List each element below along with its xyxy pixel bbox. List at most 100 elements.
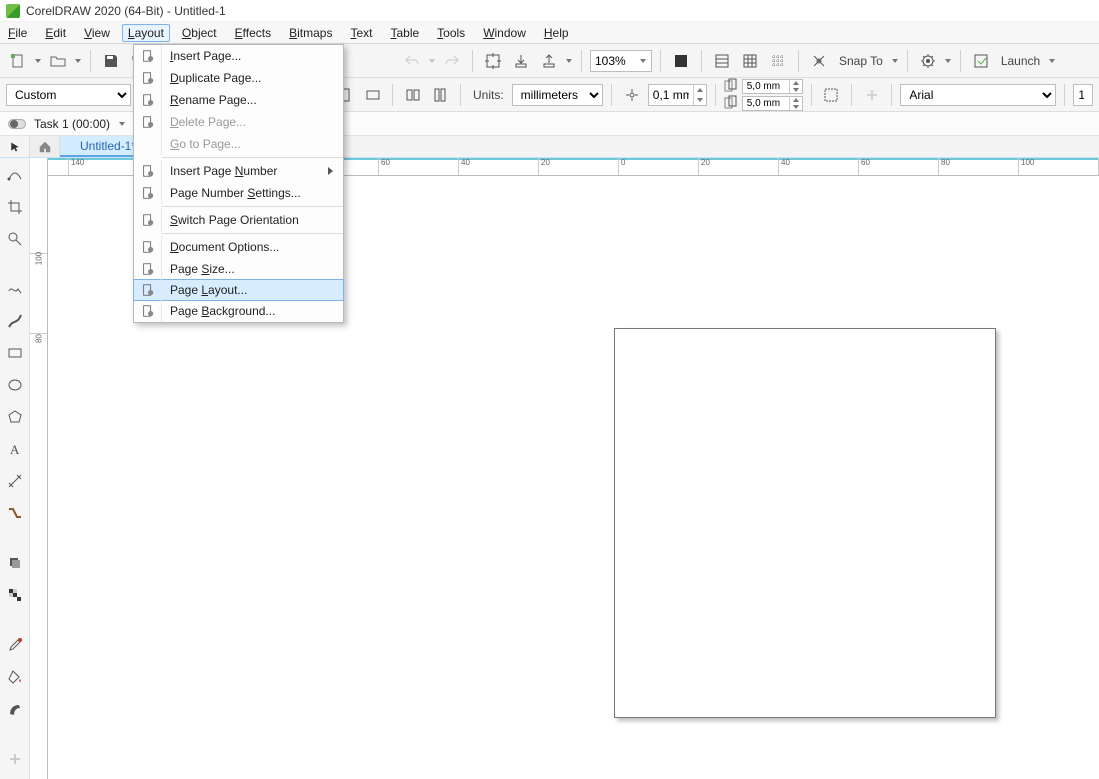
eyedropper-icon[interactable] [4, 634, 26, 656]
connector-tool-icon[interactable] [4, 502, 26, 524]
font-combo[interactable]: Arial [900, 84, 1056, 106]
dup-x-input[interactable] [743, 81, 789, 92]
menu-table[interactable]: Table [390, 26, 419, 40]
menu-view[interactable]: View [84, 26, 110, 40]
menu-window[interactable]: Window [483, 26, 526, 40]
grid1-icon[interactable] [710, 49, 734, 73]
snap-to-dropdown[interactable] [891, 49, 899, 73]
dup-x-combo[interactable] [742, 79, 803, 94]
landscape-icon[interactable] [361, 83, 384, 107]
undo-icon[interactable] [400, 49, 424, 73]
home-tab[interactable] [30, 136, 60, 157]
menu-item-label: Switch Page Orientation [170, 213, 299, 227]
grid2-icon[interactable] [738, 49, 762, 73]
export-icon[interactable] [537, 49, 561, 73]
vertical-ruler: 10080 [30, 158, 48, 779]
rectangle-tool-icon[interactable] [4, 342, 26, 364]
ellipse-tool-icon[interactable] [4, 374, 26, 396]
polygon-tool-icon[interactable] [4, 406, 26, 428]
menu-text[interactable]: Text [350, 26, 372, 40]
dup-y-combo[interactable] [742, 96, 803, 111]
transparency-icon[interactable] [4, 584, 26, 606]
page-del-icon [134, 111, 162, 133]
open-icon[interactable] [46, 49, 70, 73]
menu-effects[interactable]: Effects [235, 26, 271, 40]
bounding-box-icon[interactable] [820, 83, 843, 107]
zoom-input[interactable] [591, 54, 635, 68]
save-icon[interactable] [99, 49, 123, 73]
undo-dropdown[interactable] [428, 49, 436, 73]
pick-tool-tab[interactable] [0, 136, 30, 157]
menu-item-page-background[interactable]: Page Background... [134, 300, 343, 322]
add-tool-icon[interactable] [4, 748, 26, 770]
menu-item-label: Rename Page... [170, 93, 257, 107]
add-icon[interactable] [860, 83, 883, 107]
text-tool-icon[interactable]: A [4, 438, 26, 460]
page-preset-combo[interactable]: Custom [6, 84, 131, 106]
new-doc-icon[interactable] [6, 49, 30, 73]
grid3-icon[interactable] [766, 49, 790, 73]
task-dropdown[interactable] [118, 112, 126, 136]
fill-tool-icon[interactable] [4, 666, 26, 688]
separator [811, 84, 812, 106]
menu-bar[interactable]: File Edit View Layout Object Effects Bitmaps Te… [0, 22, 1099, 44]
svg-text:A: A [10, 442, 20, 457]
freehand-tool-icon[interactable] [4, 278, 26, 300]
outline-tool-icon[interactable] [4, 698, 26, 720]
open-dropdown[interactable] [74, 49, 82, 73]
menu-item-rename-page[interactable]: Rename Page... [134, 89, 343, 111]
current-page-icon[interactable] [429, 83, 452, 107]
menu-help[interactable]: Help [544, 26, 569, 40]
zoom-combo[interactable] [590, 50, 652, 72]
import-icon[interactable] [509, 49, 533, 73]
menu-item-page-layout[interactable]: Page Layout... [133, 279, 344, 301]
fontsize-combo[interactable] [1073, 84, 1093, 106]
menu-bitmaps[interactable]: Bitmaps [289, 26, 332, 40]
new-doc-dropdown[interactable] [34, 49, 42, 73]
artistic-media-icon[interactable] [4, 310, 26, 332]
menu-layout[interactable]: Layout [122, 24, 170, 42]
launch-icon[interactable] [969, 49, 993, 73]
separator [611, 84, 612, 106]
fullscreen-icon[interactable] [669, 49, 693, 73]
launch-label[interactable]: Launch [997, 54, 1044, 68]
zoom-tool-icon[interactable] [4, 228, 26, 250]
menu-item-insert-page-number[interactable]: Insert Page Number [134, 160, 343, 182]
menu-item-duplicate-page[interactable]: Duplicate Page... [134, 67, 343, 89]
nudge-input[interactable] [649, 88, 693, 102]
separator [715, 84, 716, 106]
launch-dropdown[interactable] [1048, 49, 1056, 73]
task-label: Task 1 (00:00) [34, 117, 110, 131]
menu-item-document-options[interactable]: Document Options... [134, 236, 343, 258]
menu-item-page-number-settings[interactable]: Page Number Settings... [134, 182, 343, 204]
redo-icon[interactable] [440, 49, 464, 73]
crop-tool-icon[interactable] [4, 196, 26, 218]
export-dropdown[interactable] [565, 49, 573, 73]
snap-to-label[interactable]: Snap To [835, 54, 887, 68]
doc-opt-icon [134, 236, 162, 258]
fontsize-input[interactable] [1074, 88, 1088, 102]
menu-item-page-size[interactable]: Page Size... [134, 258, 343, 280]
dup-y-input[interactable] [743, 98, 789, 109]
options-dropdown[interactable] [944, 49, 952, 73]
ruler-tick: 20 [538, 158, 550, 175]
all-pages-icon[interactable] [401, 83, 424, 107]
menu-item-label: Insert Page Number [170, 164, 277, 178]
menu-edit[interactable]: Edit [45, 26, 66, 40]
nudge-combo[interactable] [648, 84, 707, 106]
menu-item-insert-page[interactable]: Insert Page... [134, 45, 343, 67]
menu-item-switch-page-orientation[interactable]: Switch Page Orientation [134, 209, 343, 231]
task-toggle[interactable] [8, 119, 26, 129]
drop-shadow-icon[interactable] [4, 552, 26, 574]
shape-tool-icon[interactable] [4, 164, 26, 186]
menu-file[interactable]: File [8, 26, 27, 40]
menu-object[interactable]: Object [182, 26, 217, 40]
parallel-dim-icon[interactable] [4, 470, 26, 492]
units-combo[interactable]: millimeters [512, 84, 604, 106]
menu-tools[interactable]: Tools [437, 26, 465, 40]
separator [90, 50, 91, 72]
page-bg-icon [134, 300, 162, 322]
locate-icon[interactable] [481, 49, 505, 73]
options-icon[interactable] [916, 49, 940, 73]
snap-icon[interactable] [807, 49, 831, 73]
